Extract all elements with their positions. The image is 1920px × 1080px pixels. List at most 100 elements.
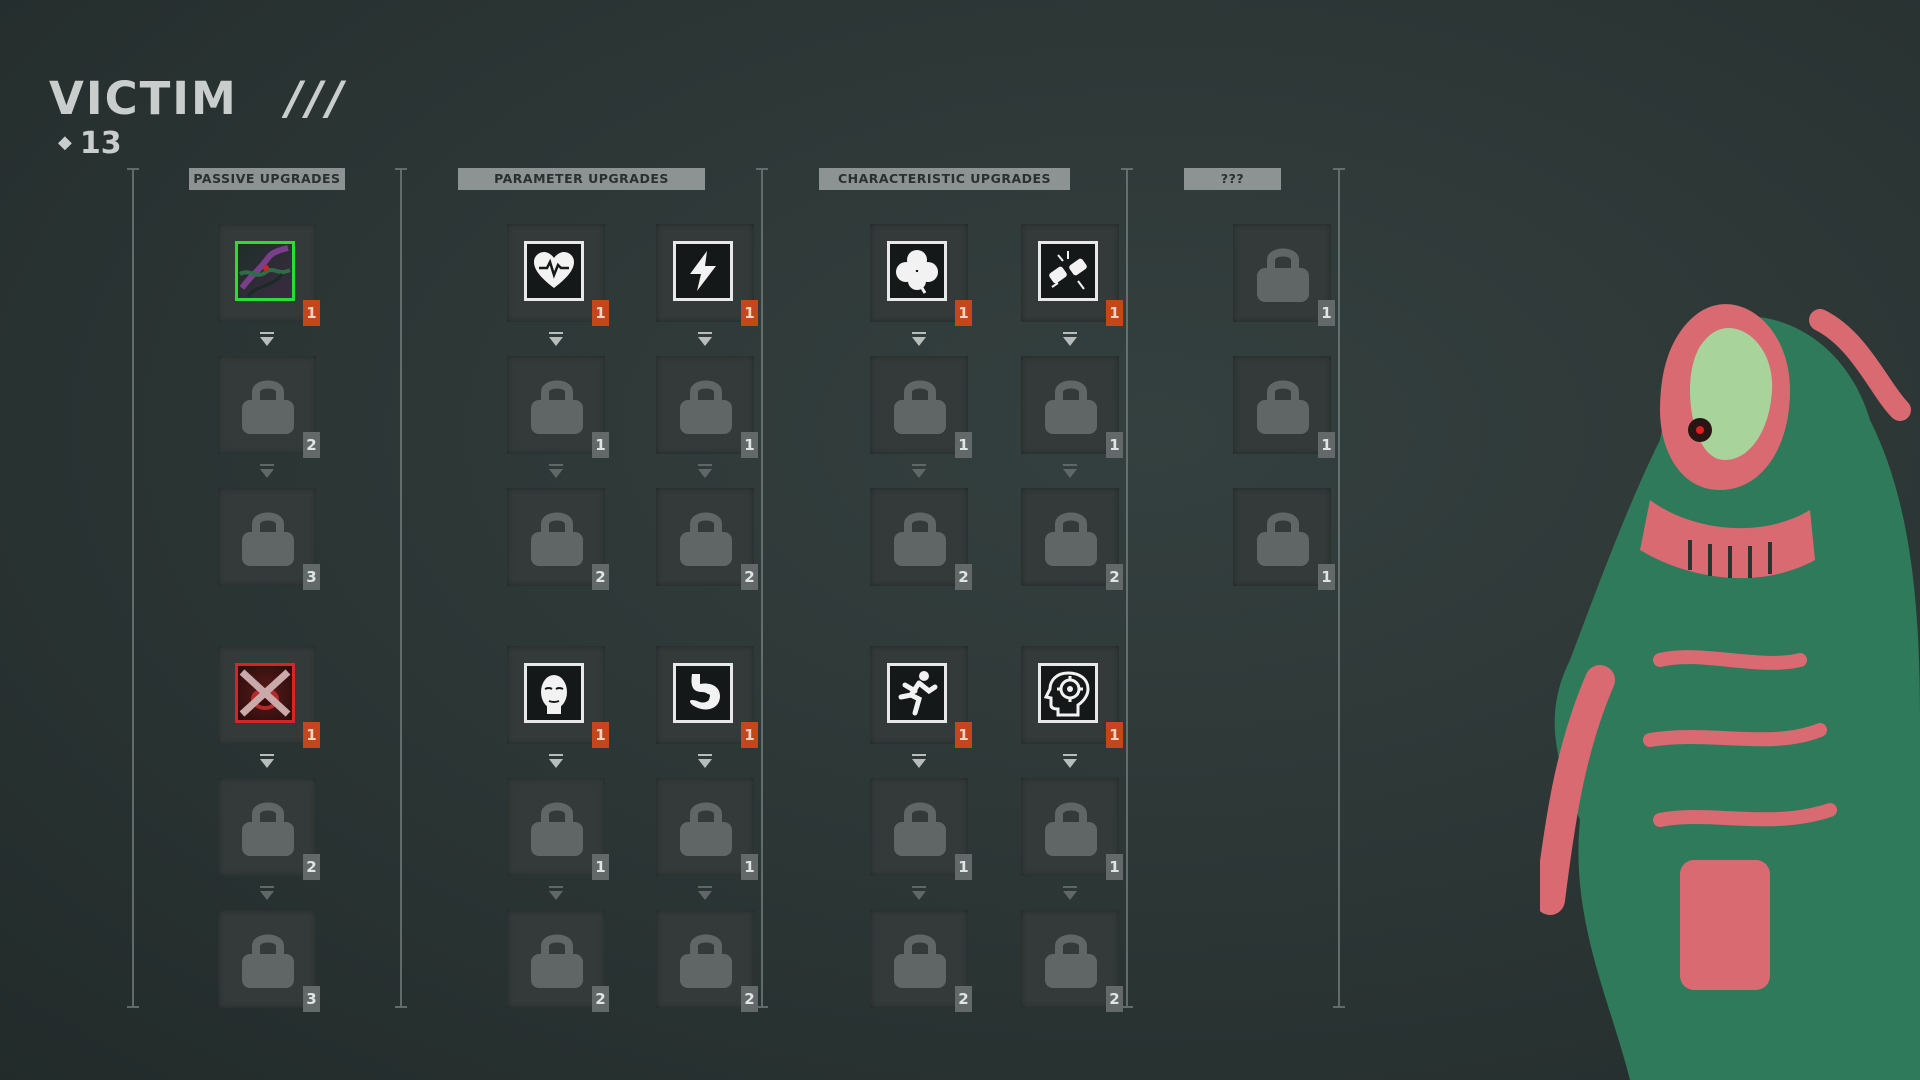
upgrade-arrow-icon: [912, 886, 926, 900]
lock-icon: [678, 930, 734, 995]
upgrade-arrow-icon: [912, 464, 926, 478]
upgrade-slot[interactable]: 1: [870, 646, 972, 748]
level-cost-badge: 1: [592, 722, 609, 748]
upgrade-slot[interactable]: 1: [1021, 356, 1123, 458]
level-cost-badge: 1: [1106, 300, 1123, 326]
upgrade-slot[interactable]: 1: [870, 356, 972, 458]
lock-icon: [529, 376, 585, 441]
level-cost-badge: 2: [741, 564, 758, 590]
upgrade-slot[interactable]: 1: [656, 224, 758, 326]
level-cost-badge: 3: [303, 564, 320, 590]
upgrade-arrow-icon: [1063, 332, 1077, 346]
upgrade-slot[interactable]: 2: [870, 910, 972, 1012]
level-cost-badge: 2: [592, 986, 609, 1012]
upgrade-slot[interactable]: 1: [507, 224, 609, 326]
level-cost-badge: 1: [741, 854, 758, 880]
level-cost-badge: 2: [1106, 564, 1123, 590]
upgrade-slot[interactable]: 1: [1233, 356, 1335, 458]
upgrade-arrow-icon: [698, 464, 712, 478]
diamond-icon: ◆: [58, 132, 72, 153]
upgrade-slot[interactable]: 1: [1021, 646, 1123, 748]
lock-icon: [240, 508, 296, 573]
lock-icon: [240, 798, 296, 863]
level-cost-badge: 1: [741, 432, 758, 458]
upgrade-arrow-icon: [1063, 886, 1077, 900]
upgrade-slot[interactable]: 1: [507, 356, 609, 458]
upgrade-slot[interactable]: 1: [1233, 224, 1335, 326]
upgrade-arrow-icon: [1063, 754, 1077, 768]
red-mouth-icon: [235, 663, 295, 723]
upgrade-slot[interactable]: 2: [218, 778, 320, 880]
level-cost-badge: 1: [1106, 432, 1123, 458]
column-divider: [127, 168, 139, 1008]
level-cost-badge: 2: [955, 986, 972, 1012]
level-cost-badge: 1: [592, 432, 609, 458]
column-divider: [1333, 168, 1345, 1008]
upgrade-arrow-icon: [549, 332, 563, 346]
lock-icon: [892, 930, 948, 995]
upgrade-arrow-icon: [549, 886, 563, 900]
lock-icon: [1255, 376, 1311, 441]
level-cost-badge: 2: [592, 564, 609, 590]
upgrade-arrow-icon: [260, 332, 274, 346]
upgrade-slot[interactable]: 1: [656, 646, 758, 748]
column-divider: [756, 168, 768, 1008]
upgrade-arrow-icon: [549, 754, 563, 768]
level-cost-badge: 2: [303, 854, 320, 880]
upgrade-slot[interactable]: 2: [656, 488, 758, 590]
level-cost-badge: 1: [955, 432, 972, 458]
upgrade-slot[interactable]: 1: [870, 224, 972, 326]
lightning-icon: [673, 241, 733, 301]
level-cost-badge: 1: [303, 300, 320, 326]
upgrade-slot[interactable]: 1: [507, 646, 609, 748]
upgrade-slot[interactable]: 2: [507, 488, 609, 590]
character-illustration: [1540, 304, 1920, 1080]
upgrade-arrow-icon: [912, 332, 926, 346]
lock-icon: [678, 376, 734, 441]
lock-icon: [240, 376, 296, 441]
upgrade-slot[interactable]: 2: [218, 356, 320, 458]
upgrade-slot[interactable]: 1: [656, 778, 758, 880]
parameter-upgrades-header: PARAMETER UPGRADES: [458, 168, 705, 190]
upgrade-slot[interactable]: 2: [870, 488, 972, 590]
level-cost-badge: 1: [955, 722, 972, 748]
heart-rate-icon: [524, 241, 584, 301]
lock-icon: [678, 508, 734, 573]
upgrade-slot[interactable]: 1: [1021, 778, 1123, 880]
upgrade-slot[interactable]: 2: [656, 910, 758, 1012]
lock-icon: [1043, 798, 1099, 863]
character-title: VICTIM ///: [49, 72, 347, 125]
lock-icon: [1043, 508, 1099, 573]
upgrade-slot[interactable]: 2: [1021, 488, 1123, 590]
upgrade-arrow-icon: [698, 886, 712, 900]
lock-icon: [240, 930, 296, 995]
upgrade-arrow-icon: [912, 754, 926, 768]
level-cost-badge: 2: [303, 432, 320, 458]
title-slashes: ///: [285, 72, 348, 125]
level-cost-badge: 2: [955, 564, 972, 590]
lock-icon: [1255, 508, 1311, 573]
upgrade-slot[interactable]: 3: [218, 910, 320, 1012]
lock-icon: [1255, 244, 1311, 309]
stomach-icon: [673, 663, 733, 723]
lock-icon: [892, 798, 948, 863]
level-cost-badge: 2: [741, 986, 758, 1012]
level-cost-badge: 1: [1318, 432, 1335, 458]
upgrade-slot[interactable]: 1: [507, 778, 609, 880]
punch-icon: [1038, 241, 1098, 301]
upgrade-slot[interactable]: 3: [218, 488, 320, 590]
upgrade-slot[interactable]: 1: [1233, 488, 1335, 590]
upgrade-slot[interactable]: 1: [656, 356, 758, 458]
upgrade-slot[interactable]: 1: [1021, 224, 1123, 326]
upgrade-slot[interactable]: 2: [507, 910, 609, 1012]
upgrade-slot[interactable]: 2: [1021, 910, 1123, 1012]
level-cost-badge: 1: [1318, 300, 1335, 326]
upgrade-slot[interactable]: 1: [218, 224, 320, 326]
level-cost-badge: 1: [741, 722, 758, 748]
upgrade-slot[interactable]: 1: [218, 646, 320, 748]
upgrade-slot[interactable]: 1: [870, 778, 972, 880]
lock-icon: [892, 376, 948, 441]
upgrade-arrow-icon: [549, 464, 563, 478]
level-cost-badge: 1: [592, 300, 609, 326]
upgrade-arrow-icon: [698, 754, 712, 768]
